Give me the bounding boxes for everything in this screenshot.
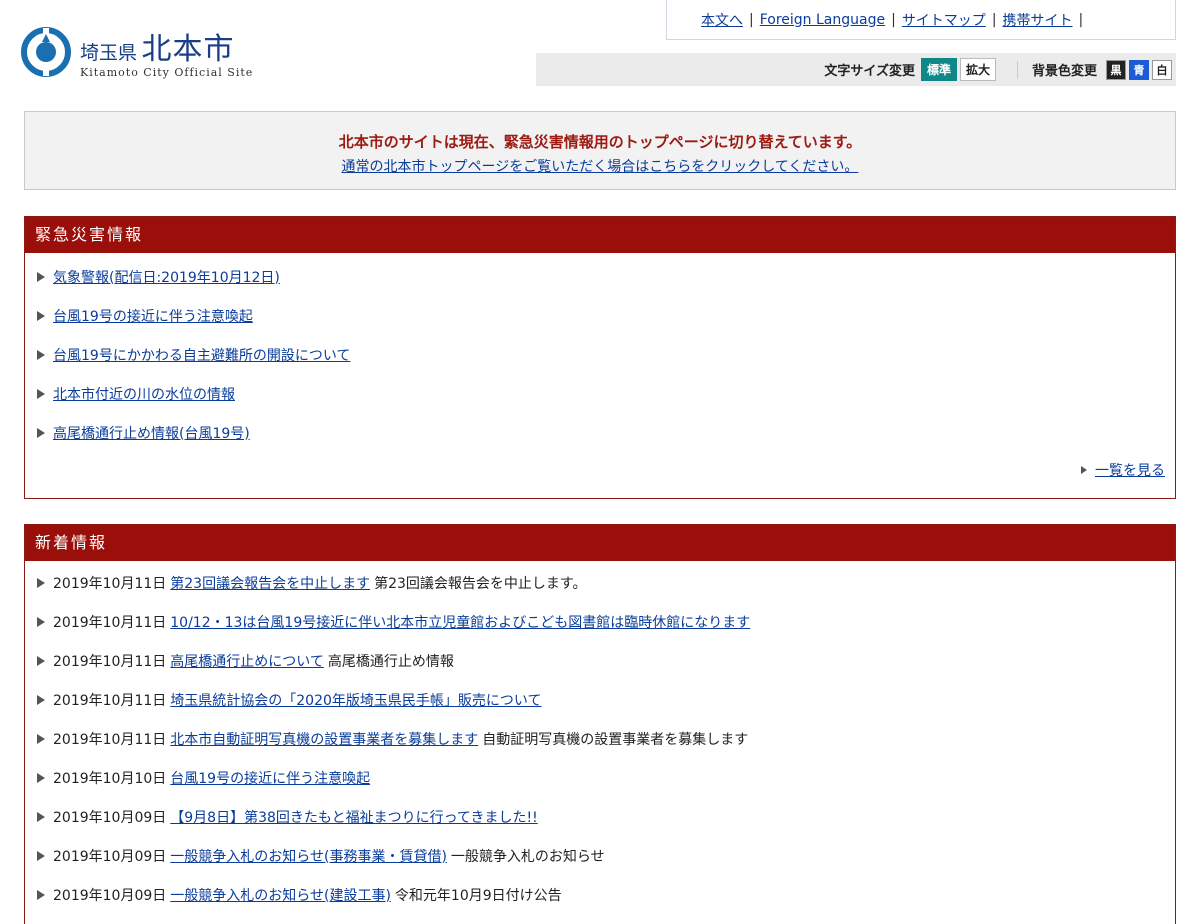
bg-color-label: 背景色変更 <box>1031 64 1097 79</box>
emergency-link[interactable]: 気象警報(配信日:2019年10月12日) <box>53 267 280 287</box>
news-date: 2019年10月11日 <box>53 731 167 748</box>
bg-blue-button[interactable]: 青 <box>1129 59 1149 80</box>
list-item: 2019年10月11日 10/12・13は台風19号接近に伴い北本市立児童館および… <box>25 602 1175 641</box>
list-item: 台風19号にかかわる自主避難所の開設について <box>25 335 1175 374</box>
news-link[interactable]: 第23回議会報告会を中止します <box>170 573 370 593</box>
bullet-arrow-icon <box>37 616 45 627</box>
separator: | <box>749 11 754 28</box>
bg-black-button[interactable]: 黒 <box>1106 59 1126 80</box>
link-main-content[interactable]: 本文へ <box>701 10 743 30</box>
emergency-info-panel: 緊急災害情報 気象警報(配信日:2019年10月12日) 台風19号の接近に伴う… <box>24 216 1176 499</box>
news-link[interactable]: 台風19号の接近に伴う注意喚起 <box>170 768 370 788</box>
logo-subtitle: Kitamoto City Official Site <box>80 66 254 79</box>
news-panel-title: 新着情報 <box>25 525 1175 561</box>
accessibility-toolbar: 文字サイズ変更 標準 拡大 背景色変更 黒 青 白 <box>536 53 1176 86</box>
utility-links: 本文へ | Foreign Language | サイトマップ | 携帯サイト … <box>666 0 1176 40</box>
emergency-link[interactable]: 高尾橋通行止め情報(台風19号) <box>53 423 250 443</box>
news-desc: 第23回議会報告会を中止します。 <box>374 575 587 592</box>
more-row: 一覧を見る <box>25 460 1175 480</box>
list-item: 2019年10月11日 第23回議会報告会を中止します 第23回議会報告会を中止しま… <box>25 563 1175 602</box>
news-link[interactable]: 【9月8日】第38回きたもと福祉まつりに行ってきました!! <box>170 807 537 827</box>
bullet-arrow-icon <box>1081 466 1087 474</box>
news-date: 2019年10月11日 <box>53 614 167 631</box>
normal-top-page-link[interactable]: 通常の北本市トップページをご覧いただく場合はこちらをクリックしてください。 <box>342 159 859 175</box>
list-item: 高尾橋通行止め情報(台風19号) <box>25 413 1175 452</box>
list-item: 2019年10月09日 【9月8日】第38回きたもと福祉まつりに行ってきました!! <box>25 797 1175 836</box>
bullet-arrow-icon <box>37 889 45 900</box>
font-large-button[interactable]: 拡大 <box>959 58 996 81</box>
news-date: 2019年10月11日 <box>53 653 167 670</box>
logo-city: 北本市 <box>141 32 235 67</box>
list-item: 台風19号の接近に伴う注意喚起 <box>25 296 1175 335</box>
emergency-panel-title: 緊急災害情報 <box>25 217 1175 253</box>
city-emblem-icon <box>21 26 71 77</box>
news-link[interactable]: 一般競争入札のお知らせ(事務事業・賃貸借) <box>170 846 447 866</box>
link-sitemap[interactable]: サイトマップ <box>902 10 986 30</box>
font-size-label: 文字サイズ変更 <box>824 64 915 79</box>
bg-white-button[interactable]: 白 <box>1152 59 1172 80</box>
site-header: 埼玉県 北本市 Kitamoto City Official Site 本文へ … <box>0 0 1200 98</box>
bullet-arrow-icon <box>37 772 45 783</box>
emergency-notice: 北本市のサイトは現在、緊急災害情報用のトップページに切り替えています。 通常の北… <box>24 111 1176 190</box>
link-foreign-language[interactable]: Foreign Language <box>760 12 885 28</box>
bullet-arrow-icon <box>37 811 45 822</box>
list-item: 2019年10月09日 一般競争入札のお知らせ(建設工事) 令和元年10月9日付け公… <box>25 875 1175 914</box>
separator: | <box>1078 11 1084 28</box>
bullet-arrow-icon <box>37 310 45 321</box>
news-link[interactable]: 10/12・13は台風19号接近に伴い北本市立児童館およびこども図書館は臨時休館… <box>170 612 750 632</box>
logo-prefecture: 埼玉県 <box>80 42 138 64</box>
notice-message: 北本市のサイトは現在、緊急災害情報用のトップページに切り替えています。 <box>338 133 862 151</box>
bullet-arrow-icon <box>37 733 45 744</box>
bullet-arrow-icon <box>37 427 45 438</box>
logo-text: 埼玉県 北本市 Kitamoto City Official Site <box>80 24 253 79</box>
news-link[interactable]: 高尾橋通行止めについて <box>170 651 324 671</box>
bullet-arrow-icon <box>37 577 45 588</box>
list-item: 2019年10月09日 一般競争入札のお知らせ(事務事業・賃貸借) 一般競争入札のお… <box>25 836 1175 875</box>
list-item: 2019年10月11日 北本市自動証明写真機の設置事業者を募集します 自動証明写真機… <box>25 719 1175 758</box>
news-date: 2019年10月10日 <box>53 770 167 787</box>
toolbar-divider <box>1016 60 1018 79</box>
news-list: 2019年10月11日 第23回議会報告会を中止します 第23回議会報告会を中止しま… <box>25 563 1175 914</box>
list-item: 2019年10月10日 台風19号の接近に伴う注意喚起 <box>25 758 1175 797</box>
bullet-arrow-icon <box>37 655 45 666</box>
news-desc: 令和元年10月9日付け公告 <box>394 887 562 904</box>
separator: | <box>991 11 997 28</box>
link-mobile-site[interactable]: 携帯サイト <box>1003 10 1073 30</box>
emergency-list: 気象警報(配信日:2019年10月12日) 台風19号の接近に伴う注意喚起 台風… <box>25 257 1175 452</box>
news-date: 2019年10月11日 <box>53 692 167 709</box>
font-standard-button[interactable]: 標準 <box>920 58 957 81</box>
list-item: 北本市付近の川の水位の情報 <box>25 374 1175 413</box>
bullet-arrow-icon <box>37 388 45 399</box>
view-all-link[interactable]: 一覧を見る <box>1095 460 1165 480</box>
bullet-arrow-icon <box>37 271 45 282</box>
news-link[interactable]: 一般競争入札のお知らせ(建設工事) <box>170 885 391 905</box>
separator: | <box>891 11 896 28</box>
news-panel: 新着情報 2019年10月11日 第23回議会報告会を中止します 第23回議会報告会… <box>24 524 1176 924</box>
emergency-link[interactable]: 台風19号の接近に伴う注意喚起 <box>53 306 253 326</box>
news-date: 2019年10月11日 <box>53 575 167 592</box>
news-desc: 一般競争入札のお知らせ <box>450 848 605 865</box>
bullet-arrow-icon <box>37 694 45 705</box>
emergency-link[interactable]: 北本市付近の川の水位の情報 <box>53 384 235 404</box>
site-logo[interactable]: 埼玉県 北本市 Kitamoto City Official Site <box>20 24 253 79</box>
news-link[interactable]: 埼玉県統計協会の「2020年版埼玉県民手帳」販売について <box>170 690 541 710</box>
list-item: 気象警報(配信日:2019年10月12日) <box>25 257 1175 296</box>
bullet-arrow-icon <box>37 850 45 861</box>
news-link[interactable]: 北本市自動証明写真機の設置事業者を募集します <box>170 729 478 749</box>
news-date: 2019年10月09日 <box>53 848 167 865</box>
emergency-link[interactable]: 台風19号にかかわる自主避難所の開設について <box>53 345 350 365</box>
news-desc: 高尾橋通行止め情報 <box>327 653 454 670</box>
list-item: 2019年10月11日 埼玉県統計協会の「2020年版埼玉県民手帳」販売について <box>25 680 1175 719</box>
news-date: 2019年10月09日 <box>53 887 167 904</box>
news-date: 2019年10月09日 <box>53 809 167 826</box>
news-desc: 自動証明写真機の設置事業者を募集します <box>482 731 749 748</box>
bullet-arrow-icon <box>37 349 45 360</box>
list-item: 2019年10月11日 高尾橋通行止めについて 高尾橋通行止め情報 <box>25 641 1175 680</box>
